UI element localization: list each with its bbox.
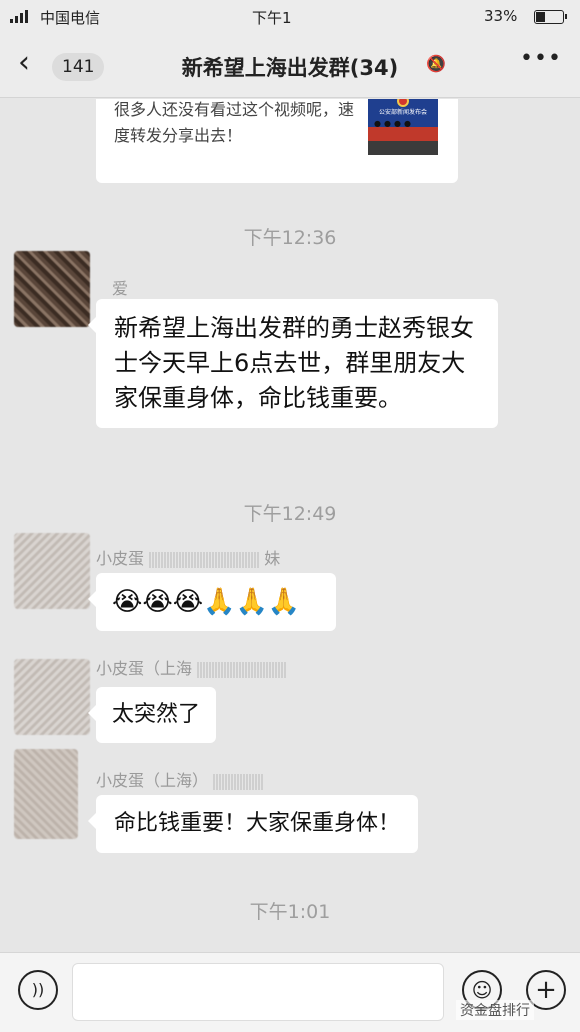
avatar[interactable] <box>14 659 90 735</box>
message-bubble[interactable]: 太突然了 <box>87 687 217 743</box>
chat-title: 新希望上海出发群(34) <box>181 56 399 80</box>
sender-name: 小皮蛋（上海） <box>96 767 264 791</box>
status-time: 下午1 <box>252 9 292 27</box>
nav-bar: ‹ 141 新希望上海出发群(34) 🔕 ••• <box>0 34 580 98</box>
message-input[interactable] <box>72 963 444 1021</box>
sender-name-text: 小皮蛋（上海 <box>96 659 193 678</box>
mute-bell-icon: 🔕 <box>426 54 446 73</box>
input-bar: )) ☺ + <box>0 952 580 1032</box>
time-divider: 下午12:36 <box>243 227 337 249</box>
battery-icon <box>534 10 567 24</box>
signal-icon <box>10 10 28 23</box>
video-thumbnail: 公安部新闻发布会 ●●●● <box>368 99 438 155</box>
redacted-scribble <box>149 551 260 568</box>
redacted-scribble <box>213 773 264 790</box>
carrier-name: 中国电信 <box>40 9 101 27</box>
avatar[interactable] <box>14 251 90 327</box>
avatar[interactable] <box>14 749 78 839</box>
battery-percent: 33% <box>484 7 518 25</box>
time-divider: 下午12:49 <box>243 503 337 525</box>
redacted-scribble <box>197 661 288 678</box>
watermark-logo: 资金盘排行 <box>456 1000 534 1020</box>
thumbnail-audience <box>368 141 438 155</box>
sender-name: 小皮蛋（上海 <box>96 655 288 679</box>
chat-area[interactable]: 很多人还没有看过这个视频呢，速度转发分享出去！ 公安部新闻发布会 ●●●● 下午… <box>0 99 580 951</box>
sender-name-text: 小皮蛋 <box>96 549 145 568</box>
battery-level-fill <box>536 12 546 22</box>
sender-name-suffix: 妹 <box>264 549 281 568</box>
thumbnail-table <box>368 127 438 141</box>
more-icon[interactable]: ••• <box>520 46 562 71</box>
avatar[interactable] <box>14 533 90 609</box>
sender-name: 爱 <box>112 279 129 298</box>
police-emblem-icon <box>397 99 409 107</box>
share-card-text: 很多人还没有看过这个视频呢，速度转发分享出去！ <box>114 100 355 145</box>
thumbnail-caption: 公安部新闻发布会 <box>378 109 427 116</box>
sender-name: 小皮蛋 妹 <box>96 545 280 569</box>
voice-icon[interactable]: )) <box>18 970 58 1010</box>
message-bubble[interactable]: 新希望上海出发群的勇士赵秀银女士今天早上6点去世，群里朋友大家保重身体，命比钱重… <box>88 299 498 428</box>
shared-video-card[interactable]: 很多人还没有看过这个视频呢，速度转发分享出去！ 公安部新闻发布会 ●●●● <box>96 99 458 183</box>
status-bar: 中国电信 下午1 33% <box>0 0 580 34</box>
message-bubble[interactable]: 😭😭😭🙏🙏🙏 <box>88 573 336 631</box>
sender-name-text: 小皮蛋（上海） <box>96 771 209 790</box>
message-bubble[interactable]: 命比钱重要！大家保重身体！ <box>87 795 419 853</box>
time-divider: 下午1:01 <box>249 901 331 923</box>
